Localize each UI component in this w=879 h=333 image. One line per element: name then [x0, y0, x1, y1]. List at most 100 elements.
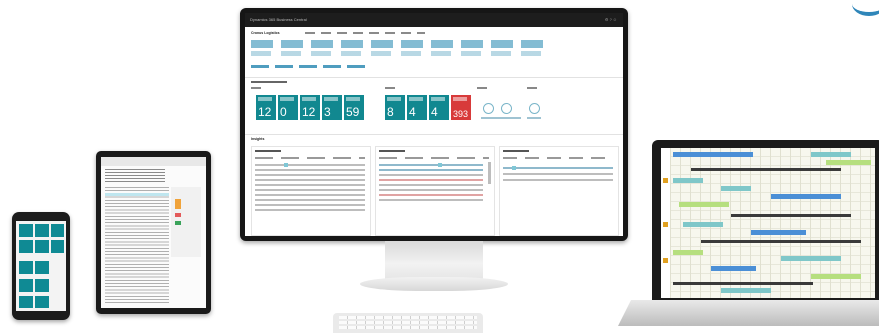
gantt-bar[interactable] [771, 194, 841, 199]
list-part-panel [251, 146, 371, 236]
kpi-tile[interactable]: 59 [344, 95, 364, 120]
table-row[interactable] [379, 164, 483, 166]
gantt-bar[interactable] [811, 152, 851, 157]
gantt-bar[interactable] [721, 186, 751, 191]
action-links-row[interactable] [251, 51, 551, 56]
monitor-stand [385, 241, 483, 279]
table-row[interactable] [255, 209, 365, 211]
table-row[interactable] [379, 169, 483, 171]
table-row[interactable] [379, 174, 483, 176]
table-row[interactable] [255, 169, 365, 171]
table-row[interactable] [255, 179, 365, 181]
app-window-title: Dynamics 365 Business Central [250, 17, 307, 22]
table-row[interactable] [255, 194, 365, 196]
table-row[interactable] [255, 174, 365, 176]
gantt-bar[interactable] [781, 256, 841, 261]
table-row[interactable] [503, 179, 613, 181]
smartphone-device [12, 212, 70, 320]
laptop-gantt-screen [661, 148, 875, 298]
phone-tile [19, 261, 33, 274]
gantt-bar[interactable] [701, 240, 861, 243]
gantt-bar[interactable] [673, 282, 813, 285]
role-center-menu[interactable] [305, 32, 425, 34]
key-row [339, 321, 477, 324]
kpi-tile-value: 12 [302, 105, 316, 119]
monitor-base [360, 277, 508, 291]
kpi-tile-label [302, 97, 316, 101]
table-row[interactable] [255, 164, 365, 166]
kpi-tile-label [280, 97, 294, 101]
gantt-bar[interactable] [751, 230, 806, 235]
list-part-panel [375, 146, 495, 236]
tablet-device [96, 151, 211, 314]
cue-group-label [385, 87, 395, 89]
activities-heading [251, 81, 287, 83]
kpi-tile-label [324, 97, 338, 101]
column-headers [255, 157, 365, 159]
scrollbar[interactable] [488, 162, 491, 184]
key-row [339, 316, 477, 319]
table-row[interactable] [503, 173, 613, 175]
table-row[interactable] [255, 189, 365, 191]
table-row[interactable] [255, 204, 365, 206]
gantt-bar[interactable] [826, 160, 871, 165]
kpi-tile-value: 4 [409, 105, 416, 119]
gantt-bar[interactable] [691, 168, 841, 171]
progress-ring[interactable] [501, 103, 512, 114]
kpi-tile[interactable]: 12 [256, 95, 276, 120]
cue-group-label [477, 87, 487, 89]
tablet-color-marker [175, 213, 181, 217]
table-row[interactable] [379, 199, 483, 201]
gantt-bar[interactable] [683, 222, 723, 227]
kpi-tile-label [431, 97, 445, 101]
gantt-bar[interactable] [673, 152, 753, 157]
phone-screen [16, 221, 66, 311]
kpi-tile[interactable]: 8 [385, 95, 405, 120]
gantt-bar[interactable] [673, 250, 703, 255]
panel-title [503, 150, 529, 152]
gantt-bar[interactable] [679, 202, 729, 207]
phone-tile [51, 240, 64, 253]
titlebar-icons: ⚙ ? ☺ [604, 17, 617, 22]
phone-tile [19, 240, 33, 253]
kpi-tile[interactable]: 4 [429, 95, 449, 120]
status-icon [512, 166, 516, 170]
kpi-tile[interactable]: 3 [322, 95, 342, 120]
phone-tile [19, 279, 33, 292]
kpi-tile[interactable]: 0 [278, 95, 298, 120]
phone-tile [35, 279, 49, 292]
table-row[interactable] [379, 184, 483, 186]
app-title-bar: Dynamics 365 Business Central ⚙ ? ☺ [245, 13, 623, 27]
gantt-bar[interactable] [731, 214, 851, 217]
gantt-bar[interactable] [721, 288, 771, 293]
table-row[interactable] [255, 184, 365, 186]
tablet-color-marker [175, 221, 181, 225]
kpi-tile-alert[interactable]: 393 [451, 95, 471, 120]
gantt-bar[interactable] [711, 266, 756, 271]
progress-ring[interactable] [483, 103, 494, 114]
kpi-tile-value: 8 [387, 105, 394, 119]
table-row[interactable] [255, 199, 365, 201]
table-row[interactable] [379, 194, 483, 196]
gantt-bar[interactable] [811, 274, 861, 279]
progress-ring[interactable] [529, 103, 540, 114]
table-row[interactable] [503, 167, 613, 169]
tablet-selected-row [105, 193, 169, 196]
kpi-tile-value: 59 [346, 105, 360, 119]
desktop-monitor: Dynamics 365 Business Central ⚙ ? ☺ Cron… [240, 8, 628, 241]
company-name: Cronus Logistics [251, 31, 280, 35]
gantt-bar[interactable] [673, 178, 703, 183]
cue-group-label [251, 87, 261, 89]
kpi-tile-value: 4 [431, 105, 438, 119]
table-row[interactable] [379, 179, 483, 181]
kpi-tile-label [258, 97, 272, 101]
kpi-tile[interactable]: 4 [407, 95, 427, 120]
table-row[interactable] [379, 189, 483, 191]
column-headers [379, 157, 489, 159]
action-links-row[interactable] [251, 40, 551, 48]
panel-title [255, 150, 281, 152]
phone-tile [35, 240, 49, 253]
kpi-tile[interactable]: 12 [300, 95, 320, 120]
phone-tile [51, 224, 64, 237]
navigation-links[interactable] [251, 65, 371, 68]
